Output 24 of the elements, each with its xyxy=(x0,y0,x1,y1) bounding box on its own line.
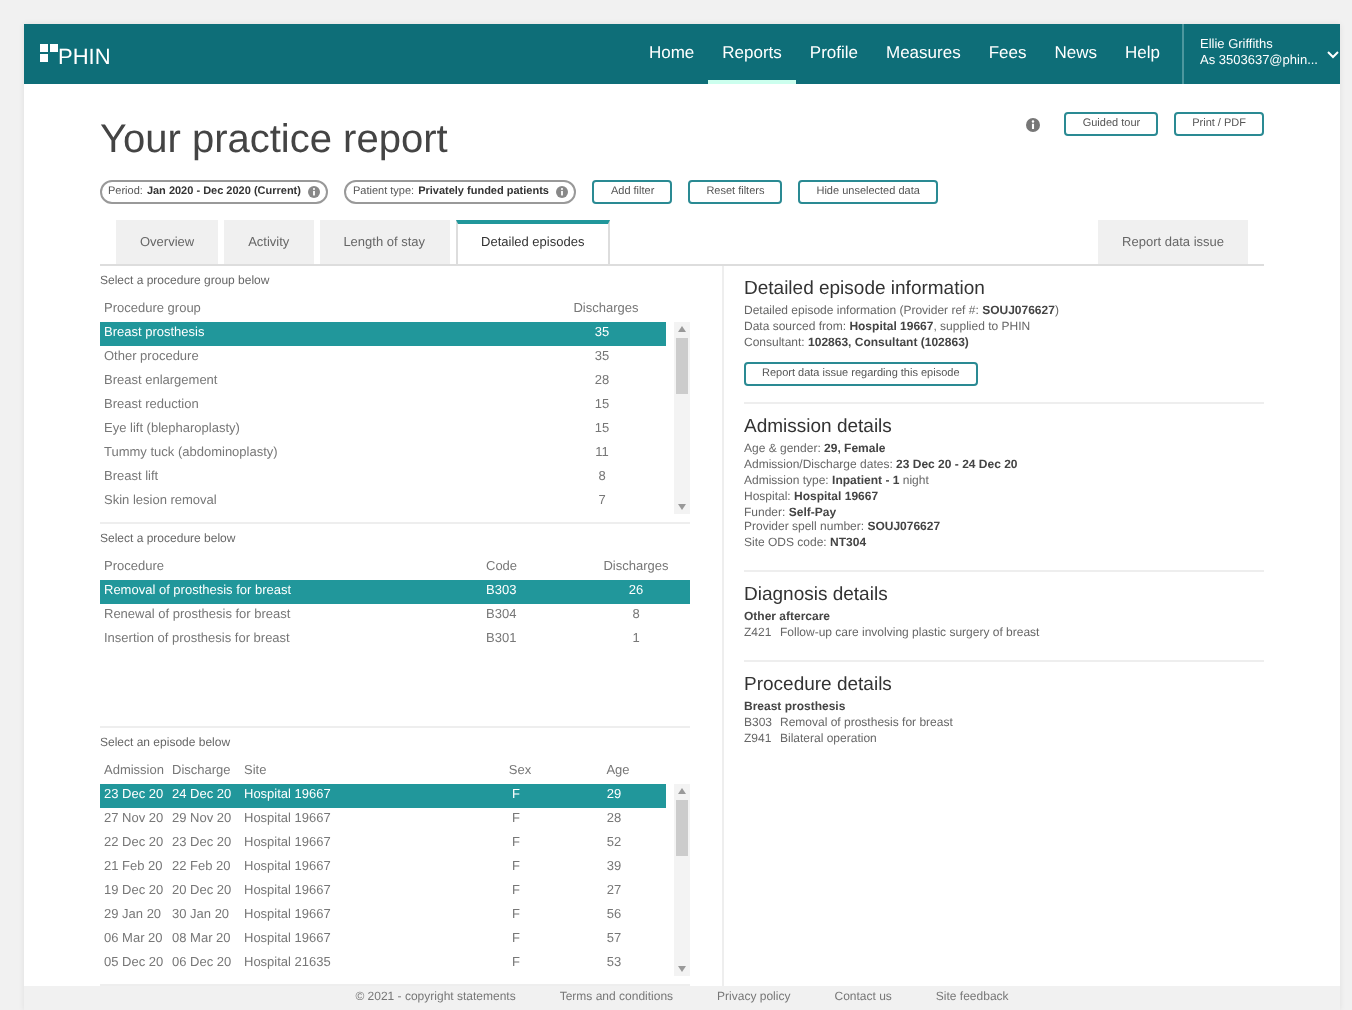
info-icon[interactable] xyxy=(308,186,321,199)
section-title: Procedure details xyxy=(744,673,894,697)
scroll-down-icon[interactable] xyxy=(678,966,686,972)
section-title: Admission details xyxy=(744,416,894,439)
info-icon[interactable] xyxy=(1026,117,1041,131)
info-icon[interactable] xyxy=(556,186,569,199)
nav-link[interactable]: Fees xyxy=(974,24,1041,84)
section-title: Diagnosis details xyxy=(744,584,890,607)
nav-link[interactable]: Help xyxy=(1111,24,1174,84)
nav-link[interactable]: Profile xyxy=(795,24,872,84)
nav-link[interactable]: Reports xyxy=(708,24,796,84)
chevron-down-icon[interactable] xyxy=(1326,50,1340,60)
nav-link[interactable]: News xyxy=(1040,24,1111,84)
scrollbar[interactable] xyxy=(674,784,690,976)
scroll-up-icon[interactable] xyxy=(678,326,686,332)
page-title: Your practice report xyxy=(100,116,448,164)
section-title: Detailed episode information xyxy=(744,278,987,301)
logo-icon xyxy=(40,44,58,62)
nav-link[interactable]: Measures xyxy=(872,24,975,84)
nav-link[interactable]: Home xyxy=(634,24,709,84)
scrollbar[interactable] xyxy=(674,322,690,514)
scroll-up-icon[interactable] xyxy=(678,788,686,794)
scroll-down-icon[interactable] xyxy=(678,504,686,510)
logo-text: PHIN xyxy=(58,43,111,73)
